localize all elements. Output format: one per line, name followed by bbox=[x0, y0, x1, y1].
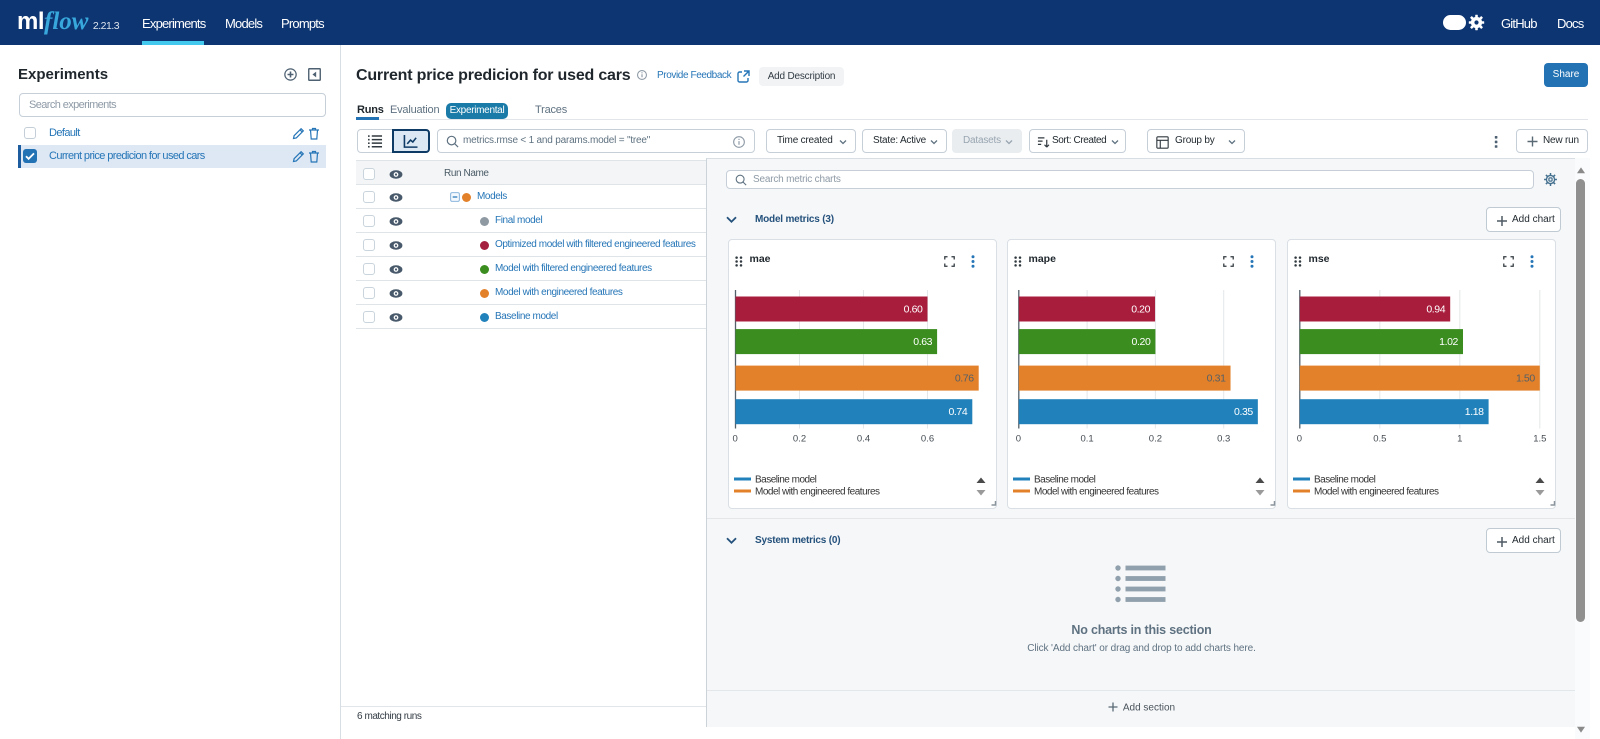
svg-text:0: 0 bbox=[1297, 433, 1302, 444]
svg-text:0.1: 0.1 bbox=[1080, 433, 1093, 444]
svg-text:Model with engineered features: Model with engineered features bbox=[1034, 486, 1159, 497]
svg-text:0.2: 0.2 bbox=[1149, 433, 1162, 444]
svg-text:0.5: 0.5 bbox=[1373, 433, 1386, 444]
svg-text:1: 1 bbox=[1457, 433, 1462, 444]
svg-text:0.6: 0.6 bbox=[921, 433, 934, 444]
svg-text:0.76: 0.76 bbox=[955, 372, 974, 384]
svg-text:0.94: 0.94 bbox=[1426, 303, 1445, 315]
svg-text:Baseline model: Baseline model bbox=[1034, 474, 1096, 485]
svg-text:0.35: 0.35 bbox=[1234, 406, 1253, 418]
svg-text:0.2: 0.2 bbox=[793, 433, 806, 444]
svg-text:0.63: 0.63 bbox=[913, 336, 932, 348]
svg-text:1.18: 1.18 bbox=[1465, 406, 1484, 418]
svg-text:Model with engineered features: Model with engineered features bbox=[755, 486, 880, 497]
svg-text:0.3: 0.3 bbox=[1217, 433, 1230, 444]
svg-text:0.60: 0.60 bbox=[904, 303, 923, 315]
svg-text:0.31: 0.31 bbox=[1207, 372, 1226, 384]
svg-text:Model with engineered features: Model with engineered features bbox=[1314, 486, 1439, 497]
svg-text:1.50: 1.50 bbox=[1516, 372, 1535, 384]
svg-text:0.4: 0.4 bbox=[857, 433, 870, 444]
svg-text:0.20: 0.20 bbox=[1131, 303, 1150, 315]
svg-text:Baseline model: Baseline model bbox=[755, 474, 817, 485]
svg-text:0: 0 bbox=[733, 433, 738, 444]
svg-text:1.02: 1.02 bbox=[1439, 336, 1458, 348]
svg-text:1.5: 1.5 bbox=[1533, 433, 1546, 444]
svg-text:0.74: 0.74 bbox=[948, 406, 967, 418]
svg-text:Baseline model: Baseline model bbox=[1314, 474, 1376, 485]
svg-text:0.20: 0.20 bbox=[1132, 336, 1151, 348]
svg-text:0: 0 bbox=[1016, 433, 1021, 444]
